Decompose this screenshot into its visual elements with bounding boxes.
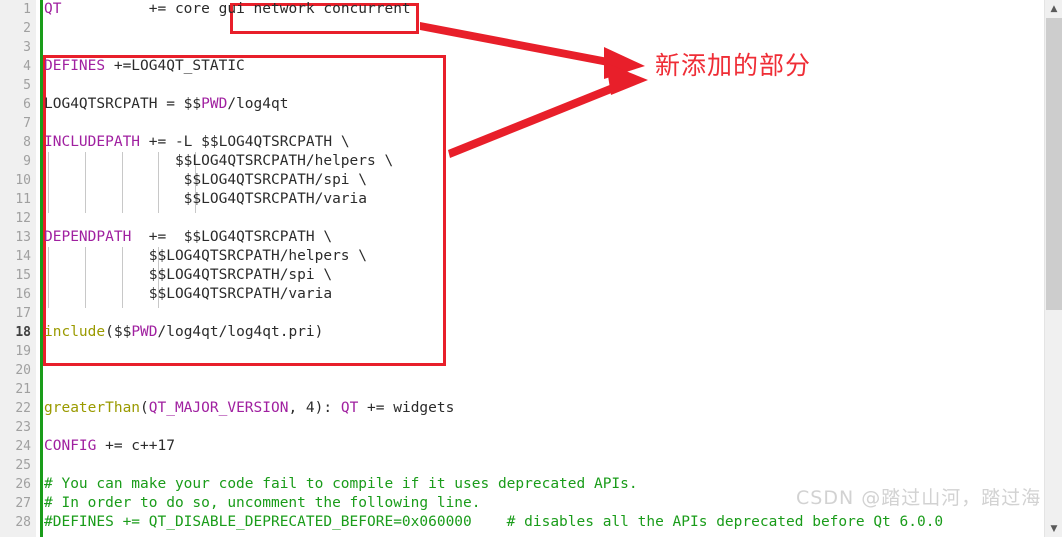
code-token: /log4qt/log4qt.pri) [157, 324, 324, 340]
code-token: $$LOG4QTSRCPATH/varia [44, 286, 333, 302]
code-line[interactable]: $$LOG4QTSRCPATH/helpers \ [44, 152, 1044, 171]
line-number: 23 [15, 420, 31, 435]
code-token: , 4): [288, 400, 341, 416]
code-line[interactable] [44, 342, 1044, 361]
code-line[interactable]: $$LOG4QTSRCPATH/spi \ [44, 171, 1044, 190]
line-number: 17 [15, 306, 31, 321]
scroll-down-arrow-icon[interactable]: ▼ [1045, 520, 1062, 537]
code-line[interactable] [44, 76, 1044, 95]
code-token: /log4qt [227, 96, 289, 112]
line-number: 11 [15, 192, 31, 207]
code-token: +=LOG4QT_STATIC [105, 58, 245, 74]
code-line[interactable] [44, 418, 1044, 437]
code-line[interactable]: DEPENDPATH += $$LOG4QTSRCPATH \ [44, 228, 1044, 247]
line-number: 24 [15, 439, 31, 454]
code-token: $$LOG4QTSRCPATH/varia [44, 191, 368, 207]
code-line[interactable]: $$LOG4QTSRCPATH/helpers \ [44, 247, 1044, 266]
code-line[interactable] [44, 304, 1044, 323]
code-token: ($$ [105, 324, 132, 340]
line-number: 14 [15, 249, 31, 264]
code-token: ( [140, 400, 149, 416]
code-token: DEFINES [44, 58, 106, 74]
code-token: #DEFINES += QT_DISABLE_DEPRECATED_BEFORE… [44, 514, 944, 530]
code-token: QT [340, 400, 359, 416]
code-token: $$LOG4QTSRCPATH/helpers \ [44, 248, 368, 264]
code-token: # In order to do so, uncomment the follo… [44, 495, 481, 511]
code-token: PWD [131, 324, 158, 340]
code-token: # You can make your code fail to compile… [44, 476, 638, 492]
line-number-gutter: 1 2 3 4 5 6 7 8 9 10 11 12 13 14 15 16 17 18 19 20 21 22 23 24 2… [0, 0, 36, 537]
code-token: += widgets [358, 400, 455, 416]
line-number: 18 [15, 325, 31, 340]
line-number: 25 [15, 458, 31, 473]
code-token: $$LOG4QTSRCPATH/spi \ [44, 267, 333, 283]
line-number: 21 [15, 382, 31, 397]
line-number: 19 [15, 344, 31, 359]
line-number: 12 [15, 211, 31, 226]
line-number: 10 [15, 173, 31, 188]
vertical-scrollbar[interactable]: ▲ ▼ [1044, 0, 1062, 537]
line-number: 22 [15, 401, 31, 416]
code-line[interactable] [44, 19, 1044, 38]
code-line[interactable] [44, 209, 1044, 228]
code-token: CONFIG [44, 438, 97, 454]
line-number: 26 [15, 477, 31, 492]
code-line[interactable] [44, 361, 1044, 380]
line-number: 7 [23, 116, 31, 131]
code-token: QT [44, 1, 62, 17]
line-number: 5 [23, 78, 31, 93]
scrollbar-thumb[interactable] [1046, 18, 1062, 310]
code-line[interactable]: greaterThan(QT_MAJOR_VERSION, 4): QT += … [44, 399, 1044, 418]
line-number: 8 [23, 135, 31, 150]
code-line[interactable]: QT += core gui network concurrent [44, 0, 1044, 19]
code-token: LOG4QTSRCPATH = $$ [44, 96, 202, 112]
line-number: 13 [15, 230, 31, 245]
code-token: += c++17 [96, 438, 175, 454]
code-line[interactable]: CONFIG += c++17 [44, 437, 1044, 456]
code-token: $$LOG4QTSRCPATH/spi \ [44, 172, 368, 188]
change-marker-bar [40, 0, 43, 537]
line-number: 6 [23, 97, 31, 112]
code-token: QT_MAJOR_VERSION [148, 400, 289, 416]
line-number: 3 [23, 40, 31, 55]
code-token: INCLUDEPATH [44, 134, 141, 150]
code-token: += -L $$LOG4QTSRCPATH \ [140, 134, 350, 150]
code-line[interactable] [44, 38, 1044, 57]
line-number: 20 [15, 363, 31, 378]
code-line[interactable]: $$LOG4QTSRCPATH/varia [44, 190, 1044, 209]
code-editor[interactable]: 1 2 3 4 5 6 7 8 9 10 11 12 13 14 15 16 17 18 19 20 21 22 23 24 2… [0, 0, 1062, 537]
code-line[interactable]: include($$PWD/log4qt/log4qt.pri) [44, 323, 1044, 342]
line-number: 16 [15, 287, 31, 302]
code-line[interactable] [44, 456, 1044, 475]
line-number: 2 [23, 21, 31, 36]
code-line[interactable]: INCLUDEPATH += -L $$LOG4QTSRCPATH \ [44, 133, 1044, 152]
code-line[interactable]: DEFINES +=LOG4QT_STATIC [44, 57, 1044, 76]
line-number: 1 [23, 2, 31, 17]
code-content[interactable]: QT += core gui network concurrent DEFINE… [44, 0, 1044, 537]
code-token: greaterThan [44, 400, 141, 416]
code-token: += $$LOG4QTSRCPATH \ [131, 229, 333, 245]
line-number: 27 [15, 496, 31, 511]
code-line[interactable]: #DEFINES += QT_DISABLE_DEPRECATED_BEFORE… [44, 513, 1044, 532]
code-line[interactable] [44, 114, 1044, 133]
code-line[interactable]: $$LOG4QTSRCPATH/spi \ [44, 266, 1044, 285]
code-token: include [44, 324, 106, 340]
line-number: 9 [23, 154, 31, 169]
scroll-up-arrow-icon[interactable]: ▲ [1045, 0, 1062, 17]
code-line[interactable]: $$LOG4QTSRCPATH/varia [44, 285, 1044, 304]
code-token: += core gui network concurrent [61, 1, 411, 17]
line-number: 15 [15, 268, 31, 283]
line-number: 4 [23, 59, 31, 74]
code-line[interactable]: LOG4QTSRCPATH = $$PWD/log4qt [44, 95, 1044, 114]
code-line[interactable] [44, 380, 1044, 399]
code-token: $$LOG4QTSRCPATH/helpers \ [44, 153, 394, 169]
code-token: DEPENDPATH [44, 229, 132, 245]
line-number: 28 [15, 515, 31, 530]
code-token: PWD [201, 96, 228, 112]
watermark: CSDN @踏过山河，踏过海 [796, 487, 1042, 509]
